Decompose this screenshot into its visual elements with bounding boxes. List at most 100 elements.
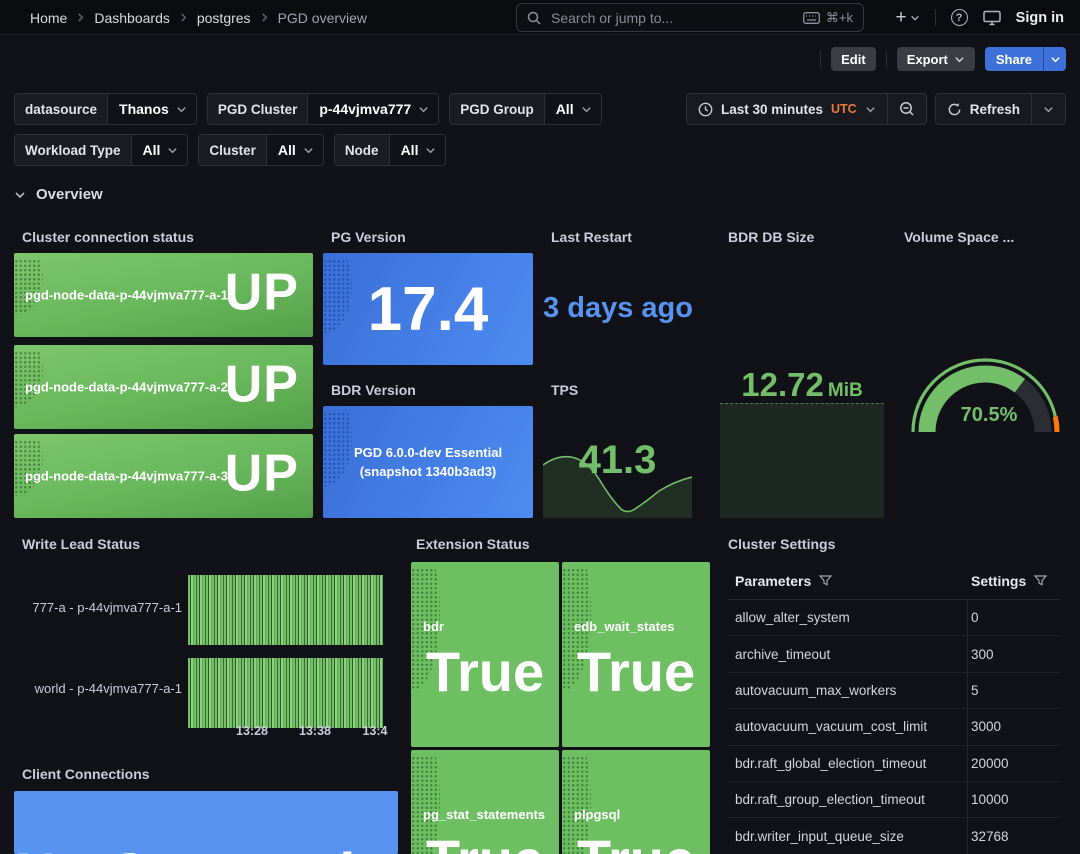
variable-datasource[interactable]: datasource Thanos bbox=[14, 93, 197, 125]
table-header: Parameters Settings bbox=[728, 562, 1060, 600]
breadcrumb-postgres[interactable]: postgres bbox=[197, 10, 251, 26]
panel-title-volume-space[interactable]: Volume Space ... bbox=[904, 229, 1014, 245]
chevron-down-icon bbox=[954, 54, 965, 65]
variable-pgd-cluster[interactable]: PGD Cluster p-44vjmva777 bbox=[207, 93, 439, 125]
panel-title-tps[interactable]: TPS bbox=[551, 382, 578, 398]
kiosk-mode-button[interactable] bbox=[983, 10, 1001, 26]
dashboard-toolbar: Edit Export Share bbox=[0, 36, 1080, 82]
share-button-group: Share bbox=[985, 47, 1066, 71]
top-nav: Home Dashboards postgres PGD overview ⌘+… bbox=[0, 0, 1080, 35]
variable-value: All bbox=[401, 142, 419, 158]
panel-title-write-lead-status[interactable]: Write Lead Status bbox=[22, 536, 140, 552]
overview-section-toggle[interactable]: Overview bbox=[14, 186, 103, 203]
pg-version-tile: 17.4 bbox=[323, 253, 533, 365]
setting-cell: 300 bbox=[968, 647, 1060, 662]
variable-cluster[interactable]: Cluster All bbox=[198, 134, 323, 166]
chevron-down-icon bbox=[581, 104, 592, 115]
extension-name: plpgsql bbox=[574, 807, 620, 822]
bdr-db-size-area bbox=[720, 403, 884, 518]
grafana-dashboard: Home Dashboards postgres PGD overview ⌘+… bbox=[0, 0, 1080, 854]
panel-title-cluster-connection-status[interactable]: Cluster connection status bbox=[22, 229, 194, 245]
clock-icon bbox=[698, 102, 713, 117]
refresh-interval-button[interactable] bbox=[1032, 94, 1065, 124]
write-lead-timeline-row[interactable] bbox=[188, 658, 383, 728]
client-connections-tile: No Connections bbox=[14, 791, 398, 854]
variable-label: PGD Cluster bbox=[208, 94, 309, 124]
monitor-icon bbox=[983, 10, 1001, 26]
extension-value: True bbox=[562, 639, 710, 704]
filter-icon[interactable] bbox=[819, 575, 832, 587]
panel-title-client-connections[interactable]: Client Connections bbox=[22, 766, 150, 782]
sign-in-button[interactable]: Sign in bbox=[1016, 10, 1064, 26]
nav-actions: + ? Sign in bbox=[896, 0, 1064, 35]
breadcrumb-dashboards[interactable]: Dashboards bbox=[94, 10, 170, 26]
panel-title-bdr-db-size[interactable]: BDR DB Size bbox=[728, 229, 814, 245]
panel-title-cluster-settings[interactable]: Cluster Settings bbox=[728, 536, 835, 552]
variable-pgd-group[interactable]: PGD Group All bbox=[449, 93, 601, 125]
share-button[interactable]: Share bbox=[985, 47, 1043, 71]
export-button[interactable]: Export bbox=[897, 47, 975, 71]
search-bar[interactable]: ⌘+k bbox=[516, 3, 864, 32]
node-status-value: UP bbox=[225, 263, 299, 323]
x-axis-tick: 13:28 bbox=[230, 724, 274, 738]
table-row: archive_timeout 300 bbox=[728, 636, 1060, 672]
variables-row-2: Workload Type All Cluster All Node All bbox=[14, 134, 446, 166]
time-range-picker[interactable]: Last 30 minutes UTC bbox=[687, 94, 887, 124]
variable-value: All bbox=[278, 142, 296, 158]
x-axis-tick: 13:4 bbox=[360, 724, 390, 738]
edit-button[interactable]: Edit bbox=[831, 47, 876, 71]
timezone-label: UTC bbox=[831, 102, 857, 116]
help-button[interactable]: ? bbox=[951, 9, 968, 26]
panel-title-bdr-version[interactable]: BDR Version bbox=[331, 382, 416, 398]
search-input[interactable] bbox=[549, 9, 795, 27]
nav-divider bbox=[935, 9, 936, 26]
bdr-db-size-unit: MiB bbox=[828, 380, 863, 401]
column-header-parameters[interactable]: Parameters bbox=[735, 573, 811, 589]
bdr-version-tile: PGD 6.0.0-dev Essential (snapshot 1340b3… bbox=[323, 406, 533, 518]
variable-value: p-44vjmva777 bbox=[319, 101, 411, 117]
variable-label: Cluster bbox=[199, 135, 267, 165]
parameter-cell: bdr.raft_global_election_timeout bbox=[728, 746, 968, 781]
node-status-tile: pgd-node-data-p-44vjmva777-a-1 UP bbox=[14, 253, 313, 337]
setting-cell: 5 bbox=[968, 683, 1060, 698]
panel-title-last-restart[interactable]: Last Restart bbox=[551, 229, 632, 245]
new-menu-button[interactable]: + bbox=[896, 8, 920, 27]
node-name: pgd-node-data-p-44vjmva777-a-1 bbox=[25, 288, 228, 303]
pg-version-value: 17.4 bbox=[323, 253, 533, 365]
filter-icon[interactable] bbox=[1034, 575, 1047, 587]
panel-title-pg-version[interactable]: PG Version bbox=[331, 229, 406, 245]
extension-tile-edb-wait-states: edb_wait_states True bbox=[562, 562, 710, 747]
tps-value: 41.3 bbox=[543, 438, 692, 483]
write-lead-timeline-row[interactable] bbox=[188, 575, 383, 645]
extension-tile-pg-stat-statements: pg_stat_statements True bbox=[411, 750, 559, 854]
node-name: pgd-node-data-p-44vjmva777-a-2 bbox=[25, 380, 228, 395]
panel-title-extension-status[interactable]: Extension Status bbox=[416, 536, 530, 552]
variable-node[interactable]: Node All bbox=[334, 134, 447, 166]
table-row: autovacuum_vacuum_cost_limit 3000 bbox=[728, 709, 1060, 745]
variables-row-1: datasource Thanos PGD Cluster p-44vjmva7… bbox=[14, 93, 602, 125]
refresh-label: Refresh bbox=[970, 102, 1020, 117]
extension-name: edb_wait_states bbox=[574, 619, 674, 634]
variable-workload-type[interactable]: Workload Type All bbox=[14, 134, 188, 166]
refresh-button[interactable]: Refresh bbox=[936, 94, 1031, 124]
table-row: autovacuum_max_workers 5 bbox=[728, 673, 1060, 709]
x-axis-tick: 13:38 bbox=[293, 724, 337, 738]
write-lead-row-label: 777-a - p-44vjmva777-a-1 bbox=[14, 600, 182, 615]
time-range-group: Last 30 minutes UTC bbox=[686, 93, 927, 125]
variable-label: PGD Group bbox=[450, 94, 545, 124]
cluster-settings-table: Parameters Settings allow_alter_system 0… bbox=[728, 562, 1060, 854]
search-shortcut: ⌘+k bbox=[803, 10, 853, 26]
breadcrumb-home[interactable]: Home bbox=[30, 10, 67, 26]
write-lead-row-label: world - p-44vjmva777-a-1 bbox=[14, 681, 182, 696]
variable-value: Thanos bbox=[119, 101, 169, 117]
zoom-out-button[interactable] bbox=[888, 94, 926, 124]
table-row: allow_alter_system 0 bbox=[728, 600, 1060, 636]
share-dropdown-button[interactable] bbox=[1043, 47, 1066, 71]
extension-value: True bbox=[411, 639, 559, 704]
bdr-db-size-value: 12.72MiB bbox=[714, 366, 890, 404]
column-header-settings[interactable]: Settings bbox=[971, 573, 1026, 589]
node-name: pgd-node-data-p-44vjmva777-a-3 bbox=[25, 469, 228, 484]
setting-cell: 10000 bbox=[968, 792, 1060, 807]
extension-name: pg_stat_statements bbox=[423, 807, 545, 822]
refresh-icon bbox=[947, 102, 962, 117]
